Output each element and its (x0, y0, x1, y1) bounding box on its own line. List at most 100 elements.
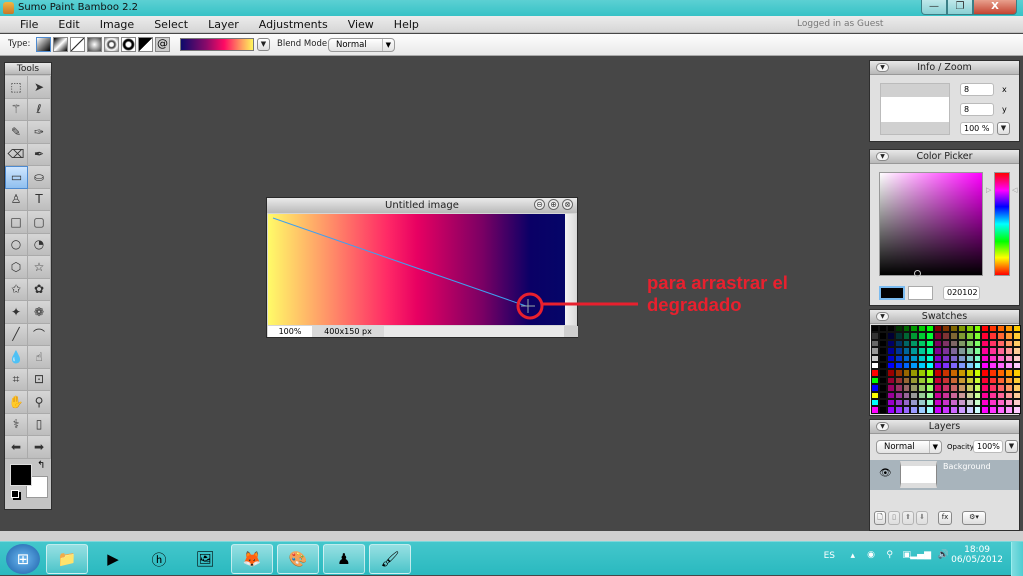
swatch[interactable] (965, 325, 974, 333)
swatch[interactable] (1013, 361, 1021, 370)
swatch[interactable] (957, 347, 966, 355)
swatch[interactable] (878, 391, 887, 399)
layers-header[interactable]: ▼ Layers (870, 420, 1019, 434)
swatch[interactable] (965, 406, 974, 414)
swatch[interactable] (981, 354, 990, 362)
swatch[interactable] (886, 361, 895, 370)
swatch[interactable] (965, 398, 974, 407)
swatch[interactable] (894, 369, 903, 377)
swatch[interactable] (926, 391, 935, 399)
swatch[interactable] (926, 376, 935, 385)
tool-line[interactable]: ╱ (5, 323, 28, 346)
gradient-type-square[interactable] (87, 37, 102, 52)
swatch[interactable] (918, 339, 927, 348)
swatch[interactable] (918, 332, 927, 340)
swatch[interactable] (878, 406, 887, 414)
tool-curve[interactable]: ⌒ (28, 323, 51, 346)
move-up-icon[interactable]: ⬆ (902, 511, 914, 525)
swatch[interactable] (926, 361, 935, 370)
menu-select[interactable]: Select (144, 16, 198, 32)
swatch[interactable] (981, 325, 990, 333)
swatch[interactable] (1005, 332, 1014, 340)
swatch[interactable] (949, 339, 958, 348)
swatch[interactable] (926, 339, 935, 348)
swatch[interactable] (886, 369, 895, 377)
swatch[interactable] (894, 354, 903, 362)
swatch[interactable] (910, 339, 919, 348)
swatches-header[interactable]: ▼ Swatches (870, 310, 1019, 324)
swatch[interactable] (965, 347, 974, 355)
swatch[interactable] (997, 354, 1006, 362)
clock[interactable]: 18:09 06/05/2012 (951, 545, 1003, 565)
tool-eraser[interactable]: ⌫ (5, 143, 28, 166)
swatch[interactable] (973, 376, 982, 385)
start-button[interactable]: ⊞ (6, 544, 40, 574)
swatch[interactable] (934, 406, 943, 414)
swatch[interactable] (934, 384, 943, 392)
swatch[interactable] (871, 369, 879, 377)
swatch[interactable] (942, 347, 950, 355)
swatch[interactable] (957, 354, 966, 362)
swatch[interactable] (1013, 384, 1021, 392)
tool-gradient[interactable]: ▭ (5, 166, 28, 189)
swatch[interactable] (949, 398, 958, 407)
swatch[interactable] (981, 369, 990, 377)
swatch[interactable] (989, 339, 998, 348)
swatch[interactable] (926, 332, 935, 340)
swatch[interactable] (902, 332, 911, 340)
swatch[interactable] (997, 384, 1006, 392)
background-swatch[interactable] (908, 286, 933, 300)
swatch[interactable] (902, 325, 911, 333)
usb-icon[interactable]: ⚲ (886, 550, 893, 560)
swatch[interactable] (934, 369, 943, 377)
swatch[interactable] (989, 398, 998, 407)
hex-input[interactable]: 020102 (943, 286, 980, 300)
hue-slider[interactable] (994, 172, 1010, 276)
swatch[interactable] (871, 391, 879, 399)
swatch[interactable] (942, 384, 950, 392)
menu-help[interactable]: Help (384, 16, 429, 32)
eye-icon[interactable]: 👁 (879, 468, 892, 479)
swatch[interactable] (997, 406, 1006, 414)
swatch[interactable] (910, 332, 919, 340)
swatch[interactable] (918, 361, 927, 370)
swatch[interactable] (886, 384, 895, 392)
swatch[interactable] (910, 369, 919, 377)
swatch[interactable] (989, 406, 998, 414)
swatch[interactable] (878, 398, 887, 407)
swatch[interactable] (965, 354, 974, 362)
taskbar-hp[interactable]: ⓗ (138, 544, 180, 574)
zoom-field[interactable]: 100 % (960, 122, 994, 135)
gradient-type-ring[interactable] (121, 37, 136, 52)
swatch[interactable] (934, 325, 943, 333)
swatch[interactable] (918, 376, 927, 385)
tool-polygon[interactable]: ⬡ (5, 256, 28, 279)
tool-undo[interactable]: ⬅ (5, 436, 28, 459)
swatch[interactable] (1005, 361, 1014, 370)
tool-eyedropper[interactable]: ⚕ (5, 413, 28, 436)
swatch[interactable] (926, 354, 935, 362)
swatch[interactable] (894, 384, 903, 392)
swatch[interactable] (918, 406, 927, 414)
swatch[interactable] (997, 376, 1006, 385)
swatch[interactable] (918, 398, 927, 407)
swatch[interactable] (902, 354, 911, 362)
swatch[interactable] (949, 406, 958, 414)
swatch[interactable] (981, 398, 990, 407)
swatch[interactable] (878, 384, 887, 392)
swatch[interactable] (934, 398, 943, 407)
show-desktop-button[interactable] (1011, 542, 1023, 576)
reset-colors-icon[interactable] (11, 489, 19, 498)
swatch[interactable] (1013, 332, 1021, 340)
swatch[interactable] (871, 347, 879, 355)
swatch[interactable] (949, 332, 958, 340)
swatch[interactable] (973, 347, 982, 355)
swatch[interactable] (886, 339, 895, 348)
swatch[interactable] (902, 347, 911, 355)
swatch[interactable] (1013, 376, 1021, 385)
swatch[interactable] (886, 332, 895, 340)
menu-layer[interactable]: Layer (198, 16, 249, 32)
swatch[interactable] (886, 398, 895, 407)
tool-transform[interactable]: ⊡ (28, 368, 51, 391)
swatch[interactable] (949, 325, 958, 333)
